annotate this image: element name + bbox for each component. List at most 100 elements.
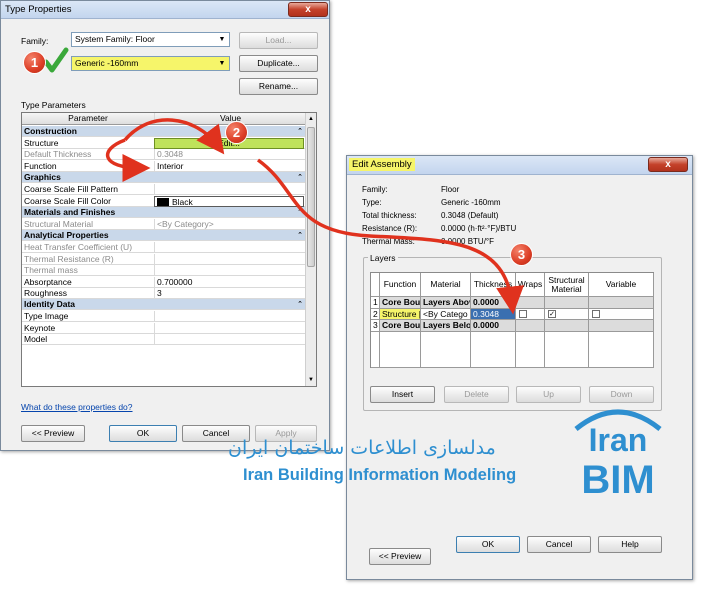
- grid-param-row[interactable]: Function Interior: [22, 160, 306, 172]
- scroll-down-icon[interactable]: ▼: [306, 375, 316, 385]
- layer-structural-material[interactable]: [545, 297, 589, 309]
- layer-thickness[interactable]: 0.0000: [471, 320, 516, 332]
- param-value[interactable]: [154, 242, 304, 254]
- type-select-value: Generic -160mm: [75, 58, 139, 68]
- layer-function[interactable]: Core Bounda: [380, 320, 421, 332]
- collapse-icon[interactable]: ⌃: [297, 207, 303, 218]
- grid-param-row[interactable]: Keynote: [22, 322, 306, 334]
- layer-material[interactable]: <By Catego: [421, 308, 471, 320]
- checkbox-icon[interactable]: [592, 309, 600, 318]
- param-name: Model: [24, 334, 48, 345]
- layer-function[interactable]: Structure [1]: [380, 308, 421, 320]
- column-header-value[interactable]: Value: [154, 113, 304, 124]
- ok-button[interactable]: OK: [109, 425, 177, 442]
- grid-scrollbar[interactable]: ▲ ▼: [305, 113, 316, 386]
- column-header[interactable]: Wraps: [516, 273, 545, 297]
- column-header[interactable]: Function: [380, 273, 421, 297]
- chevron-down-icon: ▼: [218, 60, 226, 67]
- param-value[interactable]: 0.3048: [154, 149, 304, 161]
- title-bar[interactable]: Type Properties x: [1, 1, 329, 19]
- param-value[interactable]: [154, 253, 304, 265]
- help-button[interactable]: Help: [598, 536, 662, 553]
- column-header[interactable]: Material: [421, 273, 471, 297]
- grid-param-row[interactable]: Type Image: [22, 311, 306, 323]
- layer-wraps[interactable]: [516, 320, 545, 332]
- collapse-icon[interactable]: ⌃: [297, 230, 303, 241]
- layer-structural-material[interactable]: ✓: [545, 308, 589, 320]
- layer-variable[interactable]: [589, 297, 654, 309]
- param-value[interactable]: [154, 184, 304, 196]
- checkbox-checked-icon[interactable]: ✓: [548, 309, 556, 318]
- column-header[interactable]: [371, 273, 380, 297]
- layer-structural-material[interactable]: [545, 320, 589, 332]
- param-value[interactable]: 3: [154, 288, 304, 299]
- layer-wraps[interactable]: [516, 308, 545, 320]
- grid-param-row[interactable]: Absorptance 0.700000: [22, 276, 306, 288]
- grid-param-row[interactable]: Heat Transfer Coefficient (U): [22, 242, 306, 254]
- layer-thickness[interactable]: 0.0000: [471, 297, 516, 309]
- grid-group-header[interactable]: Graphics ⌃: [22, 172, 306, 184]
- collapse-icon[interactable]: ⌃: [297, 126, 303, 137]
- scroll-up-icon[interactable]: ▲: [306, 114, 316, 124]
- param-value[interactable]: [154, 311, 304, 323]
- grid-group-header[interactable]: Materials and Finishes ⌃: [22, 207, 306, 218]
- ok-button[interactable]: OK: [456, 536, 520, 553]
- param-value[interactable]: 0.700000: [154, 276, 304, 288]
- type-select[interactable]: Generic -160mm ▼: [71, 56, 230, 71]
- grid-param-row[interactable]: Roughness 3: [22, 288, 306, 299]
- delete-button[interactable]: Delete: [444, 386, 509, 403]
- family-select[interactable]: System Family: Floor ▼: [71, 32, 230, 47]
- layer-material[interactable]: Layers Above: [421, 297, 471, 309]
- param-value[interactable]: [154, 265, 304, 277]
- close-button[interactable]: x: [288, 2, 328, 17]
- param-name: Roughness: [24, 288, 68, 298]
- help-link[interactable]: What do these properties do?: [21, 402, 133, 412]
- grid-param-row[interactable]: Thermal Resistance (R): [22, 253, 306, 265]
- grid-param-row[interactable]: Structure Edit...: [22, 138, 306, 149]
- param-name: Identity Data: [24, 299, 76, 310]
- param-name: Keynote: [24, 322, 56, 333]
- grid-param-row[interactable]: Thermal mass: [22, 265, 306, 277]
- layer-number[interactable]: 2: [371, 308, 380, 320]
- layer-number[interactable]: 3: [371, 320, 380, 332]
- step-badge-2: 2: [226, 122, 247, 143]
- param-value[interactable]: <By Category>: [154, 219, 304, 230]
- column-header[interactable]: Structural Material: [545, 273, 589, 297]
- grid-param-row[interactable]: Coarse Scale Fill Color Black: [22, 195, 306, 207]
- column-header[interactable]: Thickness: [471, 273, 516, 297]
- grid-group-header[interactable]: Identity Data ⌃: [22, 299, 306, 311]
- grid-group-header[interactable]: Construction ⌃: [22, 126, 306, 137]
- cancel-button[interactable]: Cancel: [527, 536, 591, 553]
- layer-wraps[interactable]: [516, 297, 545, 309]
- checkbox-icon[interactable]: [519, 309, 527, 318]
- grid-param-row[interactable]: Model: [22, 334, 306, 346]
- param-value[interactable]: Interior: [154, 160, 304, 172]
- column-header-parameter[interactable]: Parameter: [24, 113, 152, 124]
- collapse-icon[interactable]: ⌃: [297, 172, 303, 183]
- param-value[interactable]: [154, 334, 304, 346]
- param-value[interactable]: [154, 322, 304, 334]
- load-button[interactable]: Load...: [239, 32, 318, 49]
- grid-param-row[interactable]: Coarse Scale Fill Pattern: [22, 184, 306, 196]
- layer-function[interactable]: Core Bounda: [380, 297, 421, 309]
- rename-button[interactable]: Rename...: [239, 78, 318, 95]
- grid-param-row[interactable]: Default Thickness 0.3048: [22, 149, 306, 161]
- close-button[interactable]: x: [648, 157, 688, 172]
- param-name: Default Thickness: [24, 149, 92, 160]
- title-bar[interactable]: Edit Assembly x: [347, 156, 692, 175]
- layer-number[interactable]: 1: [371, 297, 380, 309]
- preview-button[interactable]: << Preview: [21, 425, 85, 442]
- preview-button[interactable]: << Preview: [369, 548, 431, 565]
- layer-variable[interactable]: [589, 320, 654, 332]
- insert-button[interactable]: Insert: [370, 386, 435, 403]
- scroll-thumb[interactable]: [307, 127, 315, 267]
- column-header[interactable]: Variable: [589, 273, 654, 297]
- grid-param-row[interactable]: Structural Material <By Category>: [22, 219, 306, 230]
- grid-group-header[interactable]: Analytical Properties ⌃: [22, 230, 306, 242]
- layer-material[interactable]: Layers Below: [421, 320, 471, 332]
- layer-variable[interactable]: [589, 308, 654, 320]
- duplicate-button[interactable]: Duplicate...: [239, 55, 318, 72]
- collapse-icon[interactable]: ⌃: [297, 299, 303, 310]
- layer-thickness[interactable]: 0.3048: [471, 308, 516, 320]
- fill-color-value[interactable]: Black: [154, 195, 304, 207]
